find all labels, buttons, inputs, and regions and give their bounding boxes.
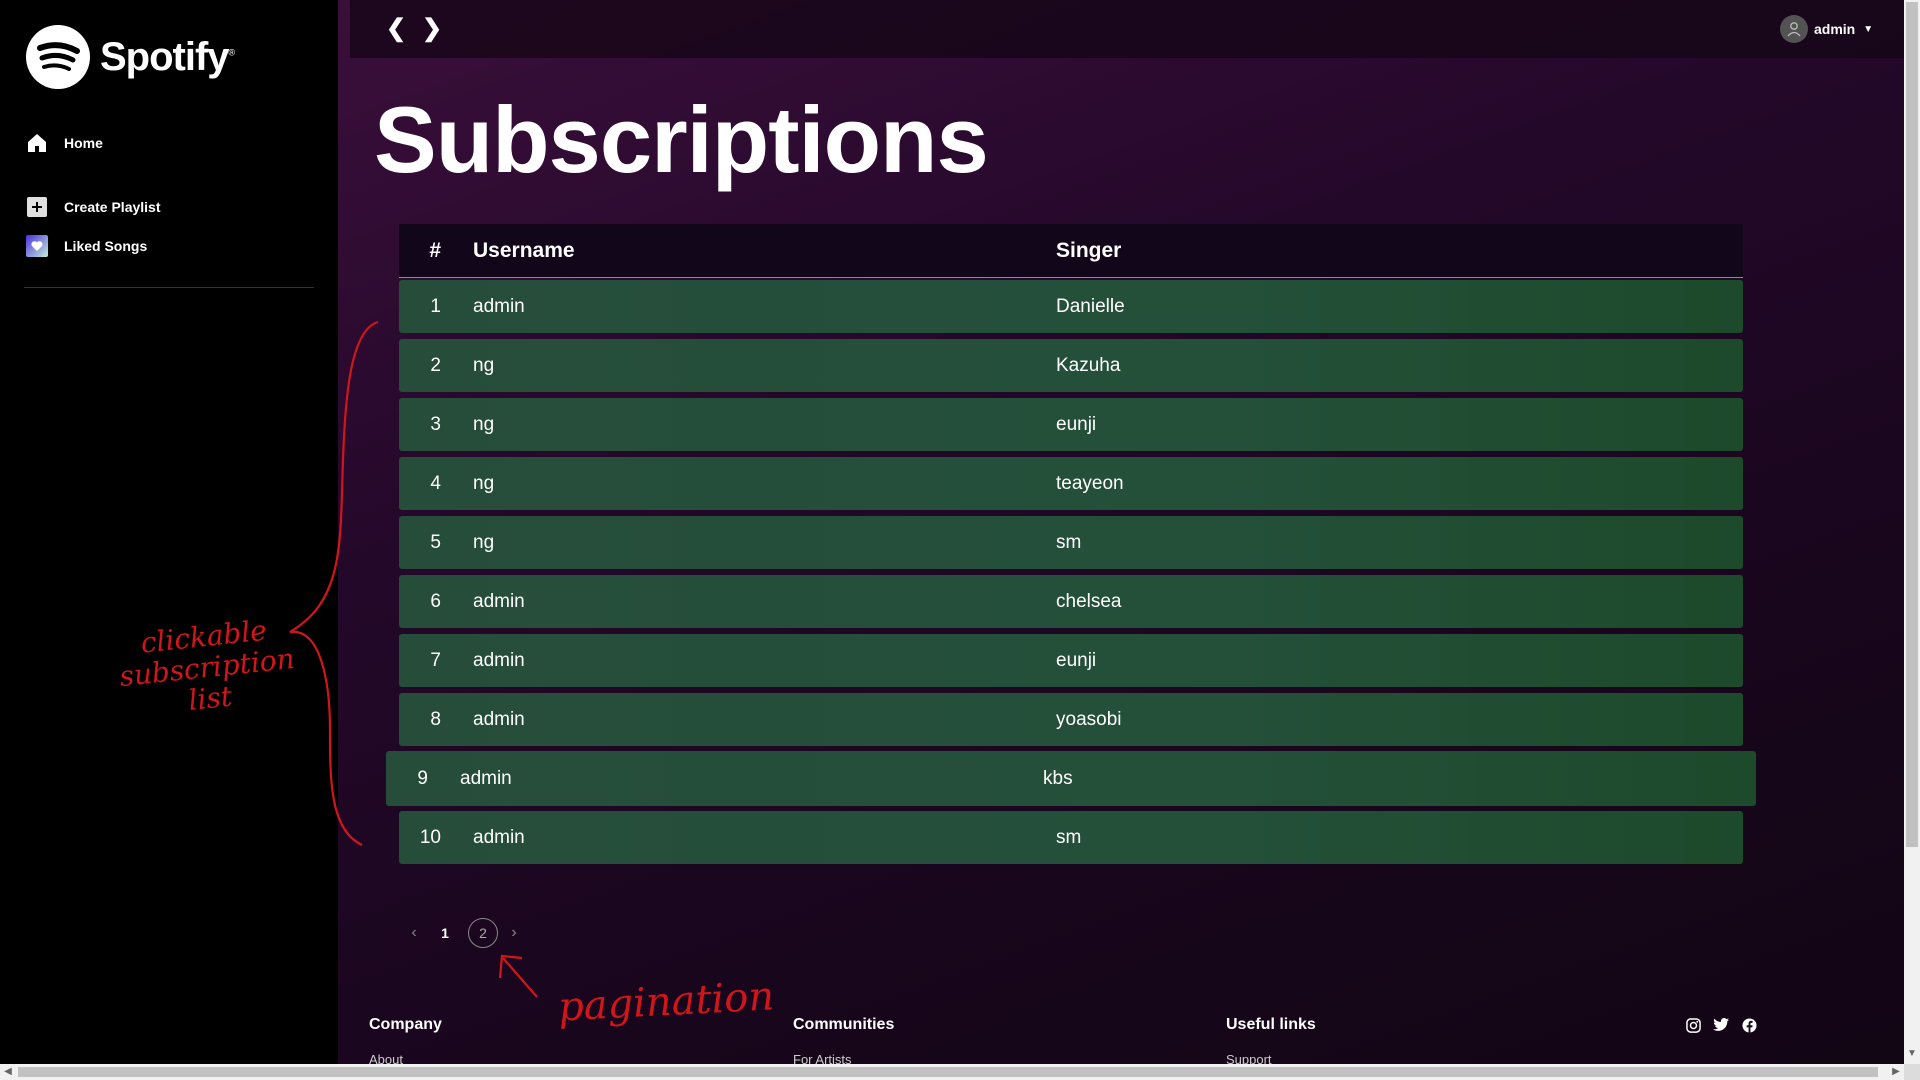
sidebar: Spotify® Home Create Playlist Liked Song… [0, 0, 338, 1064]
user-icon [1787, 22, 1801, 37]
row-number: 7 [430, 649, 441, 671]
twitter-icon[interactable] [1712, 1016, 1730, 1034]
footer-link-support[interactable]: Support [1226, 1052, 1316, 1064]
sidebar-item-label: Home [64, 135, 103, 151]
row-singer: sm [1056, 826, 1082, 848]
main-content: ❮ ❯ admin ▼ Subscriptions # Username Sin… [338, 0, 1904, 1064]
user-name: admin [1814, 21, 1856, 37]
row-singer: Kazuha [1056, 354, 1121, 376]
sidebar-item-liked-songs[interactable]: Liked Songs [26, 235, 147, 257]
column-header-number: # [429, 238, 441, 262]
footer-column-useful-links: Useful links Support [1226, 1016, 1316, 1064]
row-number: 2 [430, 354, 441, 376]
row-number: 4 [430, 472, 441, 494]
subscription-row[interactable]: 3 ng eunji [399, 398, 1743, 451]
row-username: admin [473, 708, 525, 730]
home-icon [26, 132, 48, 154]
top-bar: ❮ ❯ admin ▼ [350, 0, 1904, 58]
row-singer: eunji [1056, 649, 1097, 671]
subscription-row[interactable]: 2 ng Kazuha [399, 339, 1743, 392]
scroll-right-arrow-icon[interactable]: ▶ [1888, 1064, 1904, 1080]
pagination-prev-button[interactable]: ‹ [402, 924, 426, 942]
sidebar-item-label: Liked Songs [64, 238, 148, 254]
row-username: ng [473, 531, 495, 553]
subscription-list: 1 admin Danielle 2 ng Kazuha 3 ng eunji … [386, 280, 1756, 870]
row-username: admin [473, 295, 525, 317]
user-menu-button[interactable]: admin ▼ [1780, 15, 1873, 43]
row-singer: sm [1056, 531, 1082, 553]
instagram-icon[interactable] [1684, 1016, 1702, 1034]
subscription-row[interactable]: 1 admin Danielle [399, 280, 1743, 333]
row-number: 8 [430, 708, 441, 730]
horizontal-scrollbar[interactable]: ◀ ▶ [0, 1064, 1904, 1080]
pagination-next-button[interactable]: › [502, 924, 526, 942]
row-singer: Danielle [1056, 295, 1125, 317]
vertical-scrollbar[interactable]: ▼ [1904, 0, 1920, 1064]
sidebar-item-home[interactable]: Home [26, 132, 103, 154]
footer-column-communities: Communities For Artists [793, 1016, 894, 1064]
subscription-row[interactable]: 4 ng teayeon [399, 457, 1743, 510]
heart-icon [26, 235, 48, 257]
row-username: admin [460, 767, 512, 789]
footer-link-about[interactable]: About [369, 1052, 442, 1064]
row-username: ng [473, 354, 495, 376]
row-number: 3 [430, 413, 441, 435]
table-header: # Username Singer [399, 224, 1743, 278]
subscription-row[interactable]: 6 admin chelsea [399, 575, 1743, 628]
footer-link-for-artists[interactable]: For Artists [793, 1052, 894, 1064]
footer-column-company: Company About [369, 1016, 442, 1064]
row-number: 10 [419, 826, 441, 848]
avatar [1780, 15, 1808, 43]
subscription-row[interactable]: 9 admin kbs [386, 751, 1756, 806]
row-username: admin [473, 826, 525, 848]
plus-square-icon [26, 196, 48, 218]
row-username: ng [473, 413, 495, 435]
row-singer: teayeon [1056, 472, 1124, 494]
row-username: admin [473, 590, 525, 612]
row-username: admin [473, 649, 525, 671]
pagination-page-2[interactable]: 2 [468, 918, 498, 948]
pagination-page-1[interactable]: 1 [430, 918, 460, 948]
scrollbar-corner [1904, 1064, 1920, 1080]
footer-column-title: Company [369, 1016, 442, 1033]
page-title: Subscriptions [374, 87, 989, 192]
row-number: 1 [430, 295, 441, 317]
sidebar-divider [24, 287, 314, 288]
brand-name: Spotify® [100, 34, 236, 80]
subscription-row[interactable]: 5 ng sm [399, 516, 1743, 569]
horizontal-scrollbar-thumb[interactable] [18, 1067, 1878, 1077]
scroll-left-arrow-icon[interactable]: ◀ [0, 1064, 16, 1080]
row-singer: kbs [1043, 767, 1073, 789]
subscription-row[interactable]: 8 admin yoasobi [399, 693, 1743, 746]
pagination: ‹ 1 2 › [402, 918, 526, 948]
row-number: 6 [430, 590, 441, 612]
row-singer: yoasobi [1056, 708, 1122, 730]
scroll-down-arrow-icon[interactable]: ▼ [1904, 1044, 1920, 1064]
registered-mark: ® [228, 47, 236, 58]
footer-column-title: Communities [793, 1016, 895, 1033]
row-singer: eunji [1056, 413, 1097, 435]
forward-button[interactable]: ❯ [422, 14, 442, 43]
row-number: 9 [417, 767, 428, 789]
column-header-username: Username [473, 238, 575, 262]
social-links [1684, 1016, 1758, 1034]
spotify-logo-icon [26, 25, 90, 89]
facebook-icon[interactable] [1740, 1016, 1758, 1034]
row-singer: chelsea [1056, 590, 1122, 612]
caret-down-icon: ▼ [1863, 23, 1874, 35]
vertical-scrollbar-thumb[interactable] [1906, 2, 1918, 847]
sidebar-item-create-playlist[interactable]: Create Playlist [26, 196, 161, 218]
column-header-singer: Singer [1056, 238, 1122, 262]
brand-name-text: Spotify [100, 34, 230, 79]
spotify-logo[interactable]: Spotify® [26, 25, 236, 89]
sidebar-item-label: Create Playlist [64, 199, 161, 215]
subscription-row[interactable]: 10 admin sm [399, 811, 1743, 864]
footer-column-title: Useful links [1226, 1016, 1316, 1033]
row-username: ng [473, 472, 495, 494]
subscription-row[interactable]: 7 admin eunji [399, 634, 1743, 687]
row-number: 5 [430, 531, 441, 553]
back-button[interactable]: ❮ [386, 14, 406, 43]
